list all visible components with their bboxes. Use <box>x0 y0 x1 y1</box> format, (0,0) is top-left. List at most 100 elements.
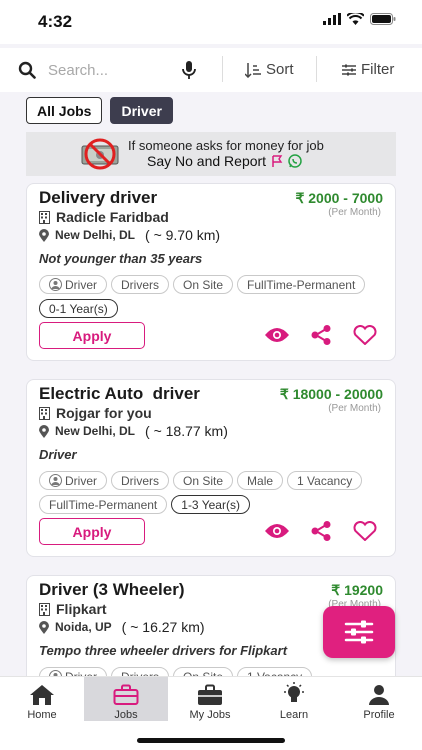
person-icon <box>369 685 389 705</box>
sort-icon <box>245 62 261 78</box>
nav-label: Home <box>27 709 57 721</box>
apply-button[interactable]: Apply <box>39 322 145 349</box>
filter-fab-button[interactable] <box>323 606 395 658</box>
heart-icon[interactable] <box>353 325 377 345</box>
person-icon <box>49 278 62 291</box>
microphone-icon[interactable] <box>182 61 196 80</box>
nav-item-jobs[interactable]: Jobs <box>84 677 168 721</box>
location-pin-icon <box>39 424 49 438</box>
job-salary: ₹ 2000 - 7000 <box>295 190 383 206</box>
sort-label: Sort <box>266 61 294 78</box>
tag: On Site <box>173 471 234 490</box>
location-pin-icon <box>39 228 49 242</box>
location-pin-icon <box>39 620 49 634</box>
search-icon[interactable] <box>18 61 36 79</box>
tag-experience: 1-3 Year(s) <box>171 495 250 514</box>
tag: On Site <box>173 275 234 294</box>
nav-item-learn[interactable]: Learn <box>252 677 336 721</box>
job-location: Noida, UP ( ~ 16.27 km) <box>39 619 205 635</box>
company-name: Rojgar for you <box>56 405 152 421</box>
chip-all-jobs[interactable]: All Jobs <box>26 97 103 124</box>
fraud-warning-banner: If someone asks for money for job Say No… <box>26 132 396 176</box>
job-location: New Delhi, DL ( ~ 18.77 km) <box>39 423 228 439</box>
job-company: Flipkart <box>39 601 107 617</box>
tag-experience: 0-1 Year(s) <box>39 299 118 318</box>
location-name: New Delhi, DL <box>55 228 136 242</box>
tag: FullTime-Permanent <box>237 275 366 294</box>
job-card[interactable]: Electric Auto driver ₹ 18000 - 20000 (Pe… <box>26 379 396 557</box>
share-icon[interactable] <box>311 521 331 541</box>
nav-item-home[interactable]: Home <box>0 677 84 721</box>
status-time: 4:32 <box>38 12 73 31</box>
eye-icon[interactable] <box>265 523 289 539</box>
job-distance: ( ~ 9.70 km) <box>145 227 221 243</box>
nav-label: My Jobs <box>189 709 231 721</box>
status-bar: 4:32 <box>0 0 422 44</box>
tag: Drivers <box>111 275 169 294</box>
job-distance: ( ~ 18.77 km) <box>145 423 228 439</box>
job-title: Electric Auto driver <box>39 384 200 403</box>
search-input[interactable] <box>48 58 178 82</box>
job-company: Radicle Faridbad <box>39 209 169 225</box>
job-title: Driver (3 Wheeler) <box>39 580 185 599</box>
job-location: New Delhi, DL ( ~ 9.70 km) <box>39 227 220 243</box>
building-icon <box>39 602 50 616</box>
home-indicator <box>137 738 285 743</box>
job-note: Not younger than 35 years <box>39 251 203 266</box>
building-icon <box>39 406 50 420</box>
nav-item-profile[interactable]: Profile <box>336 677 422 721</box>
job-title: Delivery driver <box>39 188 158 207</box>
search-toolbar: Sort Filter <box>0 48 422 92</box>
share-icon[interactable] <box>311 325 331 345</box>
job-distance: ( ~ 16.27 km) <box>121 619 205 635</box>
status-icons <box>323 13 396 25</box>
building-icon <box>39 210 50 224</box>
chip-driver[interactable]: Driver <box>110 97 173 124</box>
filter-icon <box>342 64 356 75</box>
job-note: Tempo three wheeler drivers for Flipkart <box>39 643 288 658</box>
job-tags: Driver Drivers On Site Male 1 Vacancy Fu… <box>39 471 389 514</box>
sort-button[interactable]: Sort <box>245 61 294 78</box>
banner-report-label: Say No and Report <box>147 153 267 169</box>
tag: Male <box>237 471 284 490</box>
heart-icon[interactable] <box>353 521 377 541</box>
location-name: New Delhi, DL <box>55 424 136 438</box>
job-salary: ₹ 19200 <box>331 582 383 598</box>
battery-icon <box>370 13 396 25</box>
nav-label: Jobs <box>114 709 138 721</box>
whatsapp-icon[interactable] <box>288 154 302 168</box>
nav-item-my-jobs[interactable]: My Jobs <box>168 677 252 721</box>
job-card[interactable]: Delivery driver ₹ 2000 - 7000 (Per Month… <box>26 183 396 361</box>
company-name: Radicle Faridbad <box>56 209 169 225</box>
signal-icon <box>323 13 341 25</box>
no-money-icon <box>81 138 119 170</box>
toolbar-divider <box>222 56 223 82</box>
filter-label: Filter <box>361 61 395 78</box>
flag-icon[interactable] <box>271 155 283 167</box>
banner-report-text: Say No and Report <box>147 153 302 169</box>
nav-label: Profile <box>363 709 395 721</box>
tag: Drivers <box>111 471 169 490</box>
location-name: Noida, UP <box>55 620 112 634</box>
home-icon <box>30 685 54 705</box>
briefcase-icon <box>113 684 139 705</box>
job-tags: Driver Drivers On Site FullTime-Permanen… <box>39 275 389 318</box>
tag-label: Driver <box>65 473 97 488</box>
job-note: Driver <box>39 447 77 462</box>
briefcase-filled-icon <box>198 684 222 705</box>
category-chips: All Jobs Driver <box>26 97 173 124</box>
filter-button[interactable]: Filter <box>342 61 394 78</box>
wifi-icon <box>347 13 364 25</box>
salary-period: (Per Month) <box>328 207 381 218</box>
tag: Driver <box>39 471 107 490</box>
banner-warning-text: If someone asks for money for job <box>128 138 324 153</box>
company-name: Flipkart <box>56 601 107 617</box>
salary-period: (Per Month) <box>328 403 381 414</box>
job-salary: ₹ 18000 - 20000 <box>279 386 383 402</box>
apply-button[interactable]: Apply <box>39 518 145 545</box>
person-icon <box>49 474 62 487</box>
tag: FullTime-Permanent <box>39 495 168 514</box>
eye-icon[interactable] <box>265 327 289 343</box>
nav-label: Learn <box>279 709 309 721</box>
tag: Driver <box>39 275 107 294</box>
